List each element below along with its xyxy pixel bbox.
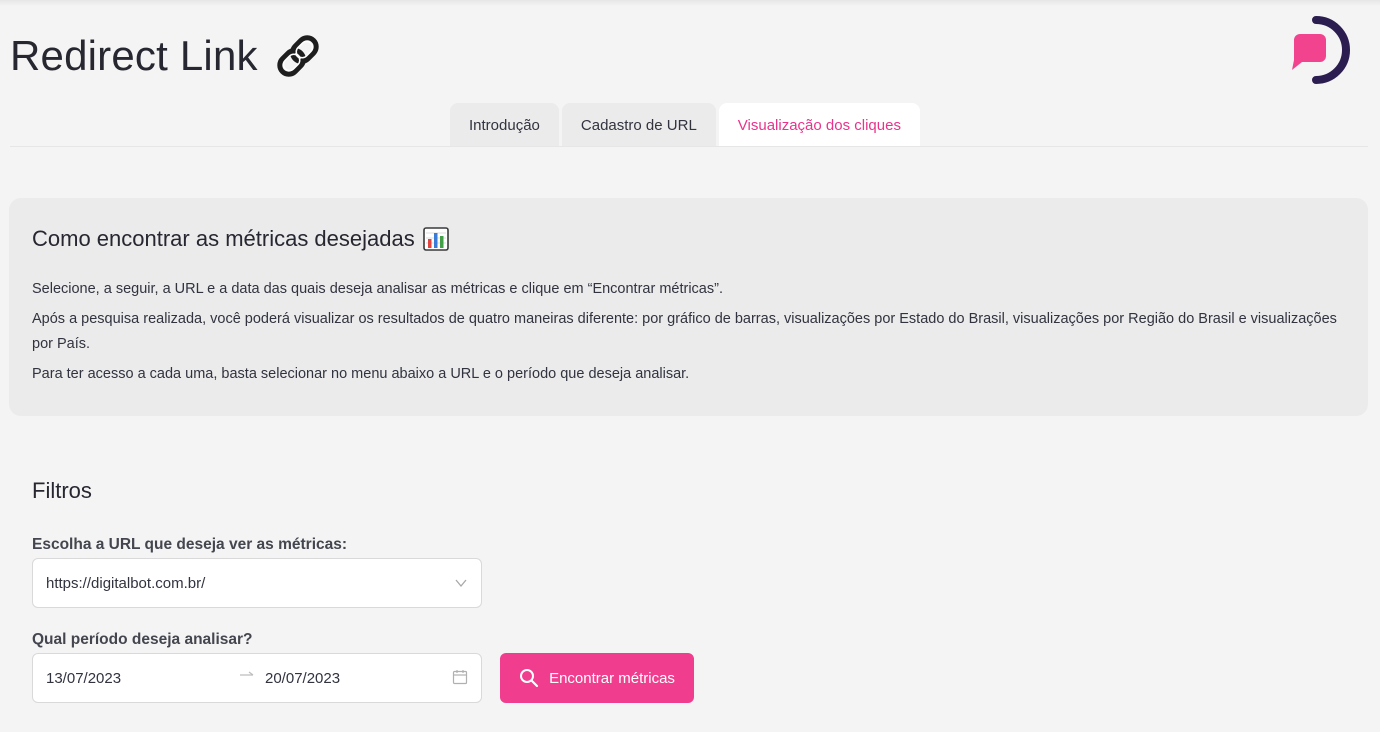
tab-divider	[10, 146, 1368, 147]
link-emoji-icon	[272, 30, 324, 82]
tab-label: Visualização dos cliques	[737, 116, 901, 134]
info-box: Como encontrar as métricas desejadas Sel…	[9, 198, 1368, 416]
info-paragraph: Após a pesquisa realizada, você poderá v…	[32, 311, 1337, 352]
tab-cadastro-url[interactable]: Cadastro de URL	[561, 103, 716, 147]
url-select[interactable]: https://digitalbot.com.br/	[32, 558, 482, 608]
end-date-input[interactable]: 20/07/2023	[265, 670, 340, 687]
tab-label: Cadastro de URL	[580, 116, 697, 134]
page-title-text: Redirect Link	[10, 32, 258, 79]
digitalbot-logo-icon	[1282, 16, 1354, 84]
info-heading-text: Como encontrar as métricas desejadas	[32, 226, 415, 251]
url-select-value: https://digitalbot.com.br/	[46, 574, 206, 592]
find-metrics-button-label: Encontrar métricas	[549, 669, 675, 687]
info-heading: Como encontrar as métricas desejadas	[32, 226, 1345, 252]
top-shadow	[0, 0, 1380, 6]
url-select-label: Escolha a URL que deseja ver as métricas…	[32, 536, 348, 553]
search-icon	[519, 668, 539, 688]
info-paragraph: Para ter acesso a cada uma, basta seleci…	[32, 366, 690, 382]
date-range-picker[interactable]: 13/07/2023 20/07/2023	[32, 653, 482, 703]
start-date-input[interactable]: 13/07/2023	[46, 670, 121, 687]
tab-introducao[interactable]: Introdução	[450, 103, 559, 147]
find-metrics-button[interactable]: Encontrar métricas	[500, 653, 694, 703]
bar-chart-emoji-icon	[422, 227, 449, 251]
info-paragraph: Selecione, a seguir, a URL e a data das …	[32, 281, 723, 297]
chevron-down-icon	[454, 578, 468, 588]
arrow-right-icon	[239, 668, 255, 685]
filters-heading: Filtros	[32, 478, 92, 503]
tab-visualizacao-cliques[interactable]: Visualização dos cliques	[718, 103, 920, 147]
tab-bar: Introdução Cadastro de URL Visualização …	[450, 103, 920, 147]
page-title: Redirect Link	[10, 30, 324, 82]
period-label: Qual período deseja analisar?	[32, 631, 253, 648]
calendar-icon[interactable]	[452, 669, 468, 685]
tab-label: Introdução	[469, 116, 540, 134]
